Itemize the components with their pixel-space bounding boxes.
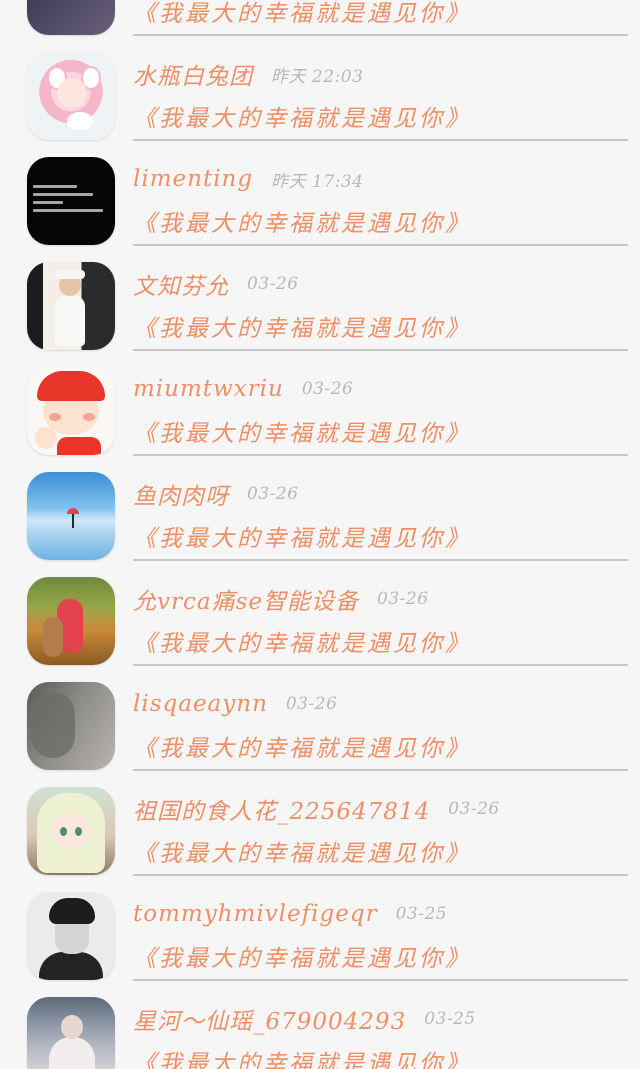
item-content: limenting 昨天 17:34 《我最大的幸福就是遇见你》 <box>133 162 628 238</box>
avatar[interactable] <box>27 157 115 245</box>
user-name[interactable]: 祖国的食人花_225647814 <box>133 792 430 826</box>
chat-list-page: 《我最大的幸福就是遇见你》 水瓶白兔团 昨天 22:03 《我最大的幸福就是遇见… <box>0 0 640 1069</box>
message-preview: 《我最大的幸福就是遇见你》 <box>133 526 471 552</box>
message-preview: 《我最大的幸福就是遇见你》 <box>133 1 471 27</box>
avatar[interactable] <box>27 472 115 560</box>
message-preview: 《我最大的幸福就是遇见你》 <box>133 1051 471 1069</box>
user-name[interactable]: 鱼肉肉呀 <box>133 477 229 511</box>
user-name[interactable]: 水瓶白兔团 <box>133 57 253 91</box>
user-name[interactable]: 允vrca痛se智能设备 <box>133 582 359 616</box>
avatar[interactable] <box>27 0 115 35</box>
list-item[interactable]: 水瓶白兔团 昨天 22:03 《我最大的幸福就是遇见你》 <box>0 35 640 141</box>
avatar[interactable] <box>27 682 115 770</box>
item-content: 《我最大的幸福就是遇见你》 <box>133 0 628 28</box>
item-meta: 鱼肉肉呀 03-26 <box>133 477 628 511</box>
user-name[interactable]: lisqaeaynn <box>133 691 268 717</box>
message-preview: 《我最大的幸福就是遇见你》 <box>133 736 471 762</box>
message-preview: 《我最大的幸福就是遇见你》 <box>133 841 471 867</box>
item-content: 鱼肉肉呀 03-26 《我最大的幸福就是遇见你》 <box>133 477 628 553</box>
timestamp: 03-26 <box>285 694 338 714</box>
item-meta: 文知芬允 03-26 <box>133 267 628 301</box>
message-preview: 《我最大的幸福就是遇见你》 <box>133 211 471 237</box>
item-content: lisqaeaynn 03-26 《我最大的幸福就是遇见你》 <box>133 687 628 763</box>
item-content: 星河～仙瑶_679004293 03-25 《我最大的幸福就是遇见你》 <box>133 1002 628 1069</box>
user-name[interactable]: tommyhmivlefigeqr <box>133 901 378 927</box>
timestamp: 03-25 <box>395 904 448 924</box>
timestamp: 03-26 <box>377 589 429 609</box>
list-item[interactable]: 允vrca痛se智能设备 03-26 《我最大的幸福就是遇见你》 <box>0 560 640 666</box>
timestamp: 昨天 17:34 <box>271 171 364 192</box>
message-preview: 《我最大的幸福就是遇见你》 <box>133 316 471 342</box>
message-preview: 《我最大的幸福就是遇见你》 <box>133 421 471 447</box>
timestamp: 03-26 <box>448 799 500 819</box>
item-content: 文知芬允 03-26 《我最大的幸福就是遇见你》 <box>133 267 628 343</box>
item-meta: 水瓶白兔团 昨天 22:03 <box>133 57 628 91</box>
timestamp: 03-25 <box>424 1009 476 1029</box>
item-meta: limenting 昨天 17:34 <box>133 162 628 196</box>
item-meta: tommyhmivlefigeqr 03-25 <box>133 897 628 931</box>
item-meta: lisqaeaynn 03-26 <box>133 687 628 721</box>
conversation-list: 《我最大的幸福就是遇见你》 水瓶白兔团 昨天 22:03 《我最大的幸福就是遇见… <box>0 0 640 1069</box>
item-content: tommyhmivlefigeqr 03-25 《我最大的幸福就是遇见你》 <box>133 897 628 973</box>
item-content: 水瓶白兔团 昨天 22:03 《我最大的幸福就是遇见你》 <box>133 57 628 133</box>
avatar[interactable] <box>27 577 115 665</box>
avatar[interactable] <box>27 997 115 1069</box>
message-preview: 《我最大的幸福就是遇见你》 <box>133 106 471 132</box>
avatar[interactable] <box>27 52 115 140</box>
message-preview: 《我最大的幸福就是遇见你》 <box>133 946 471 972</box>
user-name[interactable]: 文知芬允 <box>133 267 229 301</box>
item-meta: miumtwxriu 03-26 <box>133 372 628 406</box>
item-content: 祖国的食人花_225647814 03-26 《我最大的幸福就是遇见你》 <box>133 792 628 868</box>
item-meta: 允vrca痛se智能设备 03-26 <box>133 582 628 616</box>
timestamp: 03-26 <box>301 379 354 399</box>
avatar[interactable] <box>27 262 115 350</box>
list-item[interactable]: 《我最大的幸福就是遇见你》 <box>0 0 640 36</box>
item-meta: 祖国的食人花_225647814 03-26 <box>133 792 628 826</box>
list-item[interactable]: 鱼肉肉呀 03-26 《我最大的幸福就是遇见你》 <box>0 455 640 561</box>
avatar[interactable] <box>27 787 115 875</box>
timestamp: 03-26 <box>247 484 299 504</box>
item-content: miumtwxriu 03-26 《我最大的幸福就是遇见你》 <box>133 372 628 448</box>
list-item[interactable]: lisqaeaynn 03-26 《我最大的幸福就是遇见你》 <box>0 665 640 771</box>
list-item[interactable]: miumtwxriu 03-26 《我最大的幸福就是遇见你》 <box>0 350 640 456</box>
list-item[interactable]: 文知芬允 03-26 《我最大的幸福就是遇见你》 <box>0 245 640 351</box>
message-preview: 《我最大的幸福就是遇见你》 <box>133 631 471 657</box>
list-item[interactable]: 祖国的食人花_225647814 03-26 《我最大的幸福就是遇见你》 <box>0 770 640 876</box>
list-item[interactable]: limenting 昨天 17:34 《我最大的幸福就是遇见你》 <box>0 140 640 246</box>
avatar[interactable] <box>27 367 115 455</box>
timestamp: 03-26 <box>247 274 299 294</box>
item-content: 允vrca痛se智能设备 03-26 《我最大的幸福就是遇见你》 <box>133 582 628 658</box>
user-name[interactable]: miumtwxriu <box>133 376 284 402</box>
item-meta: 星河～仙瑶_679004293 03-25 <box>133 1002 628 1036</box>
user-name[interactable]: 星河～仙瑶_679004293 <box>133 1002 406 1036</box>
user-name[interactable]: limenting <box>133 166 253 192</box>
list-item[interactable]: tommyhmivlefigeqr 03-25 《我最大的幸福就是遇见你》 <box>0 875 640 981</box>
list-item[interactable]: 星河～仙瑶_679004293 03-25 《我最大的幸福就是遇见你》 <box>0 980 640 1069</box>
avatar[interactable] <box>27 892 115 980</box>
timestamp: 昨天 22:03 <box>271 66 364 87</box>
